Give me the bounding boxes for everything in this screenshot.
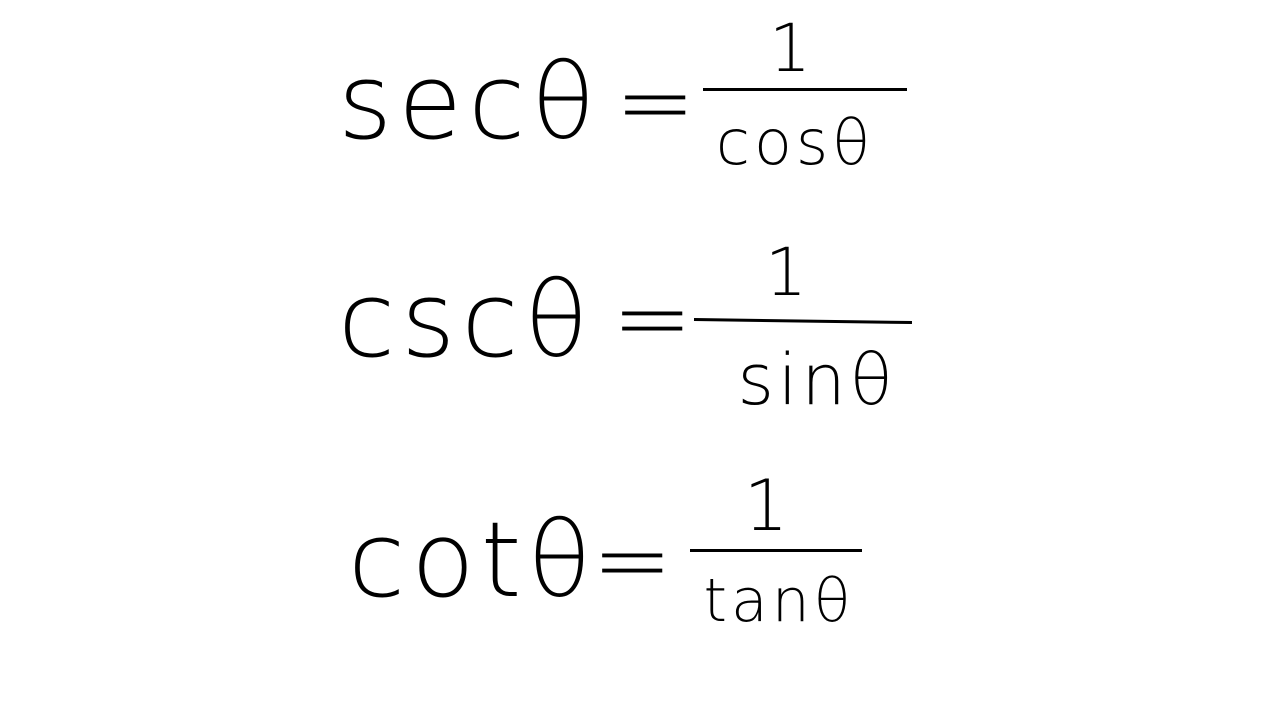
equals-sign: = xyxy=(592,504,673,616)
equation-lhs: cotθ xyxy=(348,499,598,621)
fraction-numerator: 1 xyxy=(765,234,807,311)
equals-sign: = xyxy=(612,262,693,374)
equation-lhs: cscθ xyxy=(338,259,595,381)
equation-lhs: secθ xyxy=(338,41,601,163)
fraction-denominator: cosθ xyxy=(715,106,875,179)
fraction-bar xyxy=(690,549,862,552)
fraction-bar xyxy=(703,88,907,91)
fraction-bar xyxy=(693,318,912,325)
equals-sign: = xyxy=(615,46,696,158)
fraction-denominator: tanθ xyxy=(703,566,855,636)
fraction-denominator: sinθ xyxy=(737,339,897,421)
fraction-numerator: 1 xyxy=(769,10,811,87)
whiteboard-canvas: secθ = 1 cosθ cscθ = 1 sinθ cotθ = 1 tan… xyxy=(0,0,1280,720)
fraction-numerator: 1 xyxy=(743,465,789,547)
